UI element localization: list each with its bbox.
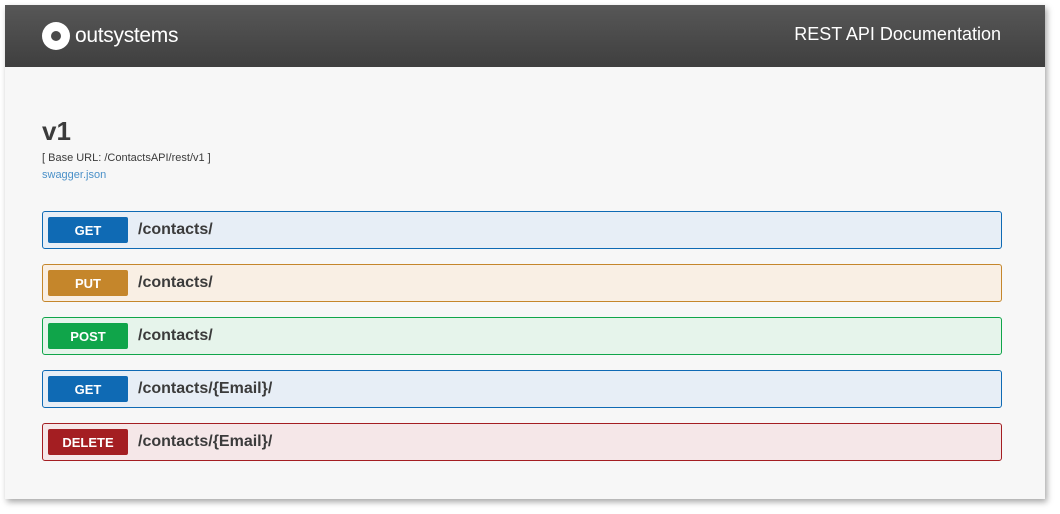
operation-get-contact-by-email[interactable]: GET /contacts/{Email}/ <box>42 370 1002 408</box>
operation-path: /contacts/{Email}/ <box>138 380 273 397</box>
operation-get-contacts[interactable]: GET /contacts/ <box>42 211 1002 249</box>
swagger-json-link[interactable]: swagger.json <box>42 168 106 182</box>
header-bar: outsystems REST API Documentation <box>5 5 1045 67</box>
method-badge-post: POST <box>48 323 128 349</box>
logo[interactable]: outsystems <box>42 21 179 51</box>
operation-path: /contacts/ <box>138 274 213 291</box>
method-badge-get: GET <box>48 217 128 243</box>
operation-post-contacts[interactable]: POST /contacts/ <box>42 317 1002 355</box>
logo-text: outsystems <box>75 24 179 47</box>
operation-path: /contacts/ <box>138 221 213 238</box>
api-version-title: v1 <box>42 116 71 146</box>
method-badge-get: GET <box>48 376 128 402</box>
operation-delete-contact-by-email[interactable]: DELETE /contacts/{Email}/ <box>42 423 1002 461</box>
method-badge-delete: DELETE <box>48 429 128 455</box>
base-url: [ Base URL: /ContactsAPI/rest/v1 ] <box>42 152 211 164</box>
operation-path: /contacts/ <box>138 327 213 344</box>
outsystems-logo-icon <box>42 22 70 50</box>
app-frame: outsystems REST API Documentation v1 [ B… <box>5 5 1045 499</box>
header-title: REST API Documentation <box>794 24 1001 44</box>
method-badge-put: PUT <box>48 270 128 296</box>
operation-path: /contacts/{Email}/ <box>138 433 273 450</box>
main-content: v1 [ Base URL: /ContactsAPI/rest/v1 ] sw… <box>42 67 1002 476</box>
operation-put-contacts[interactable]: PUT /contacts/ <box>42 264 1002 302</box>
operations-list: GET /contacts/ PUT /contacts/ POST /cont… <box>42 211 1002 461</box>
